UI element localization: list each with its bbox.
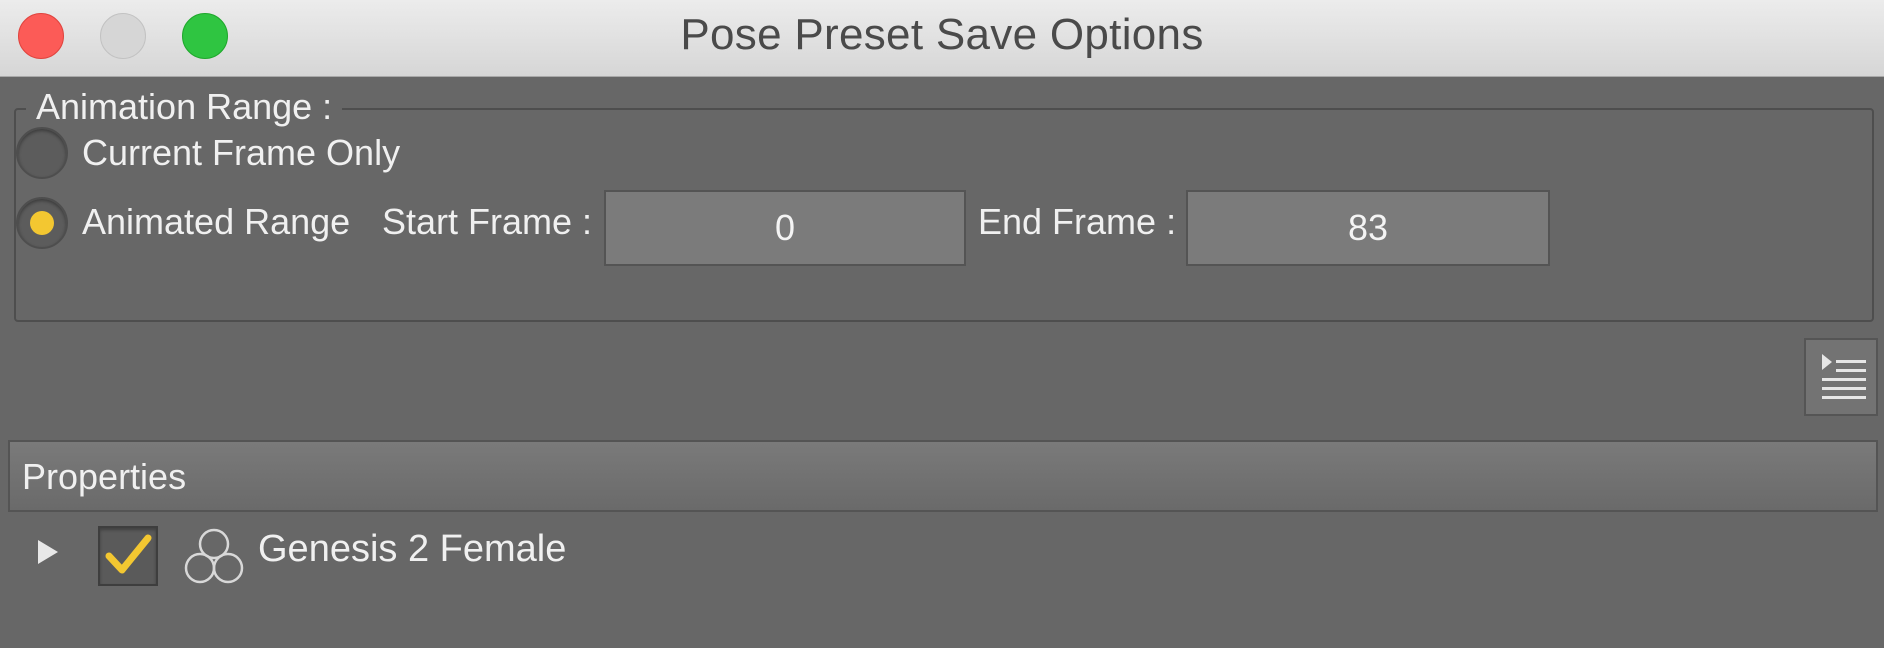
end-frame-label: End Frame : [978,201,1177,242]
figure-icon [184,528,244,584]
title-bar: Pose Preset Save Options [0,0,1884,77]
pose-preset-save-options-window: Pose Preset Save Options Animation Range… [0,0,1884,648]
properties-header-label: Properties [22,456,187,497]
radio-selected-indicator [30,211,54,235]
animated-range-label[interactable]: Animated Range [82,201,350,243]
current-frame-only-label[interactable]: Current Frame Only [82,132,400,174]
expand-arrow-icon[interactable] [38,540,58,564]
list-options-icon [1822,354,1866,399]
start-frame-input[interactable] [604,190,966,266]
genesis-2-female-checkbox[interactable] [98,526,158,586]
checkmark-icon [105,534,152,574]
animated-range-radio[interactable] [16,197,68,249]
current-frame-only-radio[interactable] [16,127,68,179]
start-frame-label: Start Frame : [382,201,593,242]
end-frame-input[interactable] [1186,190,1550,266]
tree-item-genesis-2-female[interactable]: Genesis 2 Female [8,516,1878,588]
tree-item-label[interactable]: Genesis 2 Female [258,528,566,571]
animation-range-group-label: Animation Range : [26,86,343,128]
window-title: Pose Preset Save Options [680,10,1204,59]
options-menu-button[interactable] [1804,338,1878,416]
properties-header: Properties [8,440,1878,512]
